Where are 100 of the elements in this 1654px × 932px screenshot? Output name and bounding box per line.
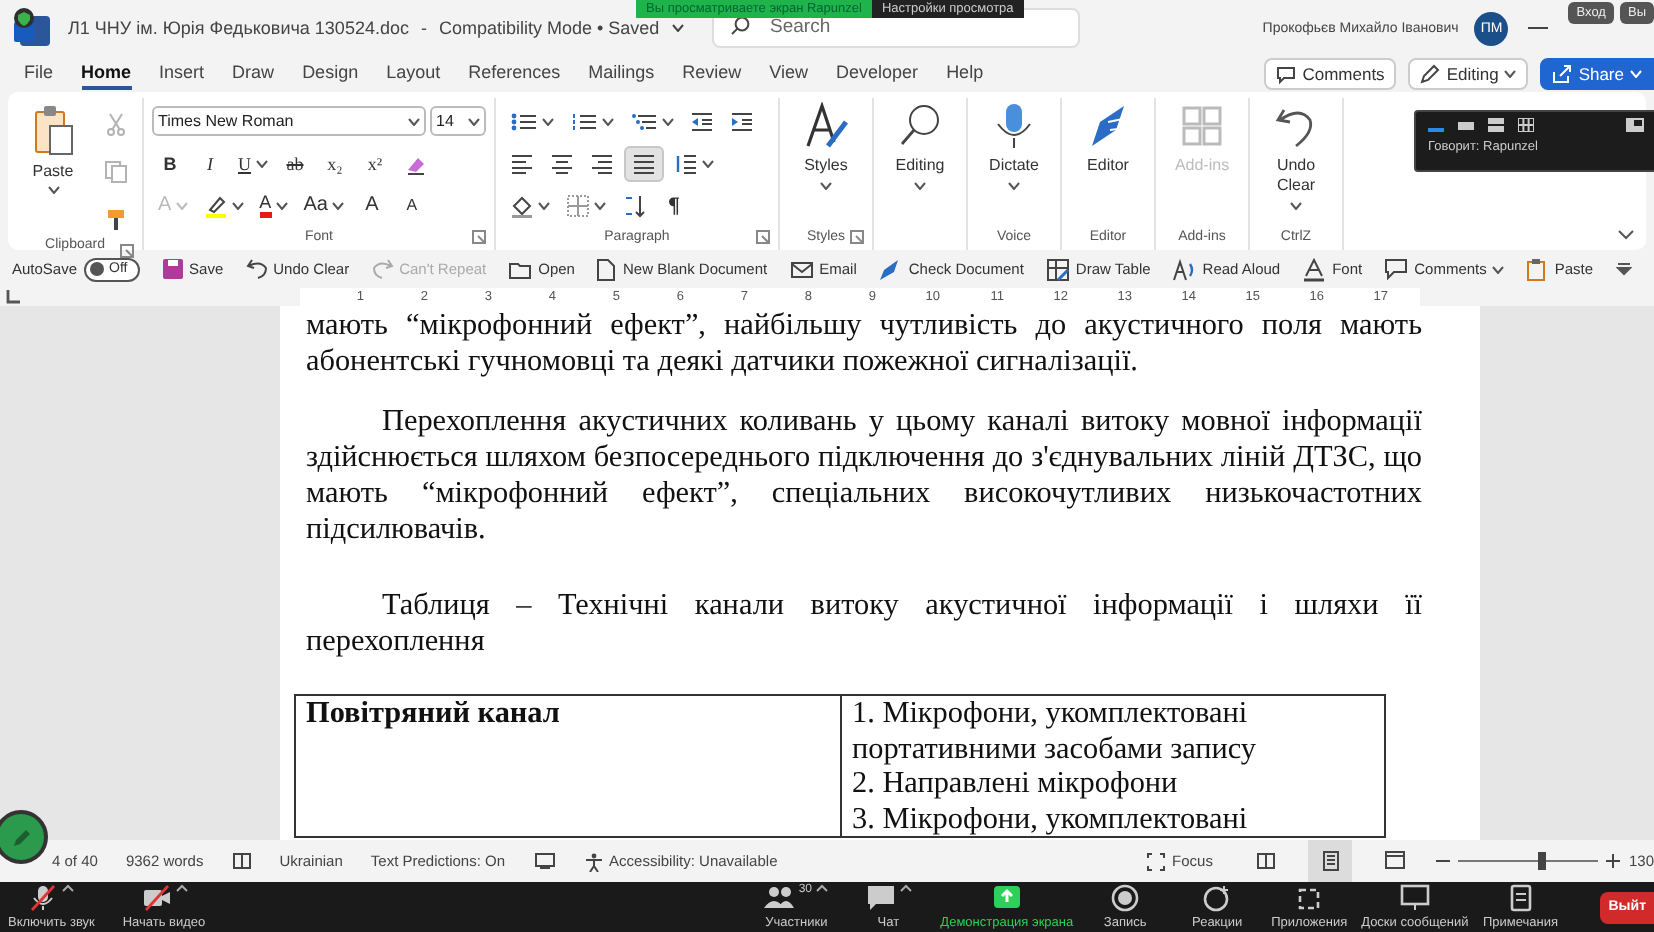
subscript-button[interactable]: x₂ bbox=[317, 145, 353, 181]
record-icon bbox=[1110, 884, 1141, 912]
window-icon bbox=[1626, 118, 1644, 132]
caret-icon bbox=[820, 182, 832, 190]
redo-icon bbox=[371, 258, 394, 280]
line-spacing-icon bbox=[674, 153, 698, 173]
superscript-button[interactable]: x² bbox=[357, 145, 393, 181]
styles-button[interactable]: Styles bbox=[788, 98, 864, 224]
borders-icon bbox=[566, 193, 590, 217]
clipboard-icon bbox=[31, 104, 75, 156]
caret-icon bbox=[1504, 70, 1517, 78]
save-status: Compatibility Mode • Saved bbox=[438, 18, 660, 38]
paint-bucket-icon bbox=[510, 193, 534, 217]
customize-icon bbox=[1615, 262, 1632, 276]
app-icon bbox=[12, 8, 52, 48]
microphone-icon bbox=[28, 884, 59, 912]
table-cell: Повітряний канал bbox=[295, 695, 841, 837]
ribbon-tab[interactable]: References bbox=[468, 58, 561, 90]
annotate-button[interactable] bbox=[0, 810, 48, 864]
search-icon bbox=[730, 16, 750, 36]
styles-icon bbox=[802, 102, 850, 150]
accessibility-icon bbox=[583, 851, 604, 871]
caret-icon bbox=[702, 159, 714, 167]
italic-button[interactable]: I bbox=[192, 145, 228, 181]
notepad-icon bbox=[1505, 884, 1536, 912]
font-size-field[interactable]: 14 bbox=[430, 106, 486, 136]
launcher-icon bbox=[120, 244, 134, 258]
paragraph: Перехоплення акустичних коливань у цьому каналі витоку мовної інформації здійснюється шляхом безпосереднього підключення до з'єднувальних ліній ДТЗС, що мають “мікрофонний ефект”, спеціальних високочутливих низькочастотних підсилювачів. bbox=[306, 404, 1422, 548]
caret-icon bbox=[175, 201, 188, 209]
caret-icon bbox=[1630, 70, 1642, 78]
bullet-list-icon bbox=[510, 111, 538, 131]
ribbon-tab[interactable]: Layout bbox=[386, 58, 441, 90]
share-button[interactable]: Share bbox=[1540, 58, 1654, 90]
magnifier-icon bbox=[896, 102, 944, 150]
caret-icon bbox=[275, 201, 288, 209]
folder-icon bbox=[508, 259, 533, 279]
ribbon-tab[interactable]: View bbox=[769, 58, 809, 90]
highlighter-icon bbox=[203, 193, 228, 217]
align-right-icon bbox=[590, 153, 614, 173]
align-left-icon bbox=[510, 153, 534, 173]
ribbon-tab[interactable]: Mailings bbox=[588, 58, 655, 90]
ribbon-tab[interactable]: Draw bbox=[232, 58, 275, 90]
document-title: Л1 ЧНУ ім. Юрія Федьковича 130524.doc bbox=[68, 18, 409, 38]
minus-icon bbox=[1436, 854, 1451, 868]
change-case-button[interactable]: Aa bbox=[297, 187, 350, 223]
floppy-icon bbox=[161, 258, 184, 280]
undo-button[interactable]: Undo Clear bbox=[1258, 98, 1334, 224]
align-center-icon bbox=[550, 153, 574, 173]
paragraph: Таблиця – Технічні канали витоку акустичної інформації і шляхи її перехоплення bbox=[306, 588, 1422, 660]
caret-icon bbox=[468, 118, 480, 126]
smiley-plus-icon bbox=[1202, 884, 1233, 912]
launcher-icon bbox=[472, 230, 486, 244]
launcher-icon bbox=[850, 230, 864, 244]
dashed-square-icon bbox=[1294, 884, 1325, 912]
dictate-button[interactable]: Dictate bbox=[976, 98, 1052, 224]
comments-button[interactable]: Comments bbox=[1264, 58, 1397, 90]
caret-icon bbox=[1008, 182, 1020, 190]
scissors-icon bbox=[104, 112, 128, 136]
display-icon bbox=[533, 852, 556, 870]
ribbon-tab[interactable]: Help bbox=[946, 58, 984, 90]
speech-bubble-icon bbox=[1384, 258, 1409, 280]
increase-indent-icon bbox=[730, 111, 754, 131]
chevron-icon bbox=[62, 884, 75, 892]
show-marks-button[interactable]: ¶ bbox=[656, 187, 692, 223]
editor-button[interactable]: Editor bbox=[1070, 98, 1146, 224]
ribbon-tab[interactable]: File bbox=[24, 58, 54, 90]
underline-button[interactable]: U bbox=[232, 145, 273, 181]
caret-icon bbox=[255, 159, 267, 167]
ribbon-tab[interactable]: Insert bbox=[159, 58, 205, 90]
read-layout-icon bbox=[1255, 850, 1278, 872]
copy-icon bbox=[104, 160, 128, 184]
justify-icon bbox=[632, 153, 656, 173]
bold-button[interactable]: B bbox=[152, 145, 188, 181]
editing-button[interactable]: Editing bbox=[1408, 58, 1529, 90]
numbered-list-icon bbox=[570, 111, 598, 131]
title-separator: - bbox=[420, 18, 427, 38]
paste-button[interactable]: Paste bbox=[16, 98, 90, 238]
people-icon bbox=[764, 884, 795, 912]
launcher-icon bbox=[756, 230, 770, 244]
strikethrough-button[interactable]: ab bbox=[277, 145, 313, 181]
font-name-field[interactable]: Times New Roman bbox=[152, 106, 426, 136]
justify-button[interactable] bbox=[624, 145, 664, 181]
editing-button[interactable]: Editing bbox=[882, 98, 958, 224]
ribbon-tab[interactable]: Developer bbox=[836, 58, 919, 90]
focus-icon bbox=[1146, 851, 1167, 871]
ribbon-tab[interactable]: Review bbox=[682, 58, 742, 90]
envelope-icon bbox=[789, 259, 814, 279]
speech-bubble-icon bbox=[1276, 65, 1297, 83]
share-icon bbox=[1552, 64, 1573, 84]
grow-font-button[interactable]: A bbox=[353, 187, 390, 223]
slider-thumb[interactable] bbox=[1538, 852, 1547, 870]
speech-bubble-icon bbox=[865, 884, 896, 912]
caret-icon bbox=[331, 201, 344, 209]
undo-icon bbox=[245, 258, 268, 280]
shrink-font-button[interactable]: A bbox=[393, 187, 430, 223]
caret-icon bbox=[408, 118, 420, 126]
rows-icon bbox=[1488, 118, 1504, 132]
font-color-button[interactable]: A bbox=[253, 187, 294, 223]
ribbon-tab[interactable]: Design bbox=[302, 58, 359, 90]
print-view-button[interactable] bbox=[1308, 839, 1353, 883]
